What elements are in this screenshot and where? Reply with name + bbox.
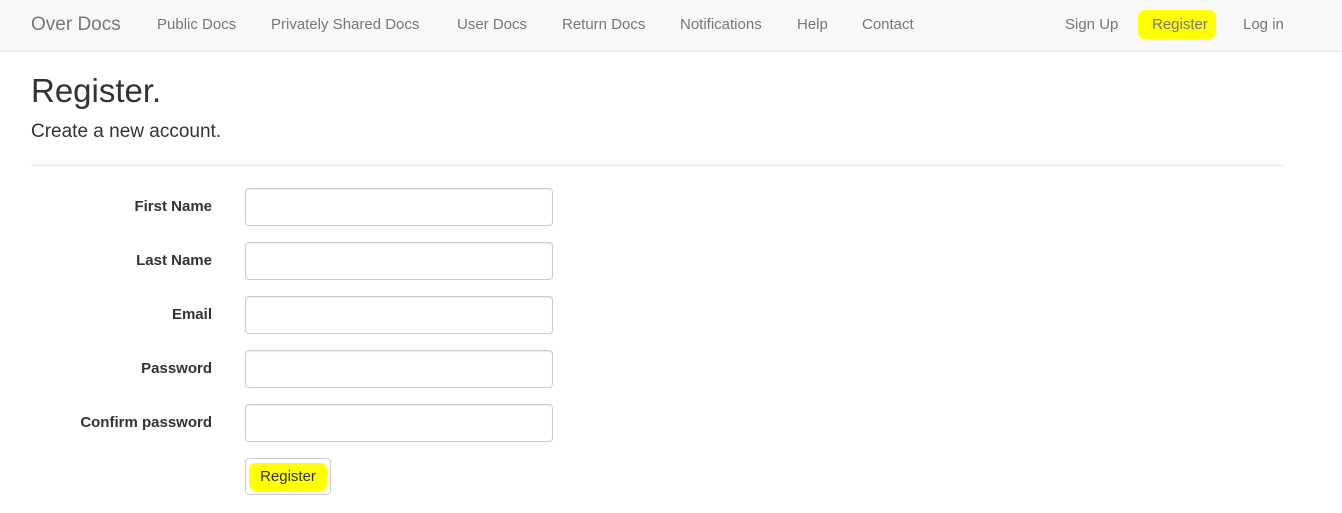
- nav-link-contact[interactable]: Contact: [862, 16, 914, 34]
- nav-link-public-docs[interactable]: Public Docs: [157, 16, 236, 34]
- confirm-password-input[interactable]: [245, 404, 553, 442]
- nav-link-help[interactable]: Help: [797, 16, 828, 34]
- brand-link[interactable]: Over Docs: [31, 13, 121, 37]
- page-title: Register.: [31, 72, 162, 109]
- navbar: Over Docs Public Docs Privately Shared D…: [0, 0, 1342, 52]
- register-button-label: Register: [260, 468, 316, 485]
- email-label: Email: [171, 306, 212, 323]
- nav-link-return-docs[interactable]: Return Docs: [562, 16, 645, 34]
- password-label: Password: [141, 360, 212, 377]
- nav-link-user-docs[interactable]: User Docs: [457, 16, 527, 34]
- nav-link-notifications[interactable]: Notifications: [680, 16, 762, 34]
- page-subtitle: Create a new account.: [31, 121, 222, 142]
- nav-link-register[interactable]: Register: [1152, 16, 1208, 34]
- password-input[interactable]: [245, 350, 553, 388]
- last-name-label: Last Name: [136, 252, 212, 269]
- nav-link-sign-up[interactable]: Sign Up: [1065, 16, 1118, 34]
- register-submit-button[interactable]: Register: [245, 458, 331, 495]
- nav-link-privately-shared-docs[interactable]: Privately Shared Docs: [271, 16, 419, 34]
- last-name-input[interactable]: [245, 242, 553, 280]
- first-name-label: First Name: [134, 198, 212, 215]
- email-input[interactable]: [245, 296, 553, 334]
- first-name-input[interactable]: [245, 188, 553, 226]
- confirm-password-label: Confirm password: [80, 414, 212, 431]
- nav-link-log-in[interactable]: Log in: [1243, 16, 1284, 34]
- divider: [31, 165, 1284, 166]
